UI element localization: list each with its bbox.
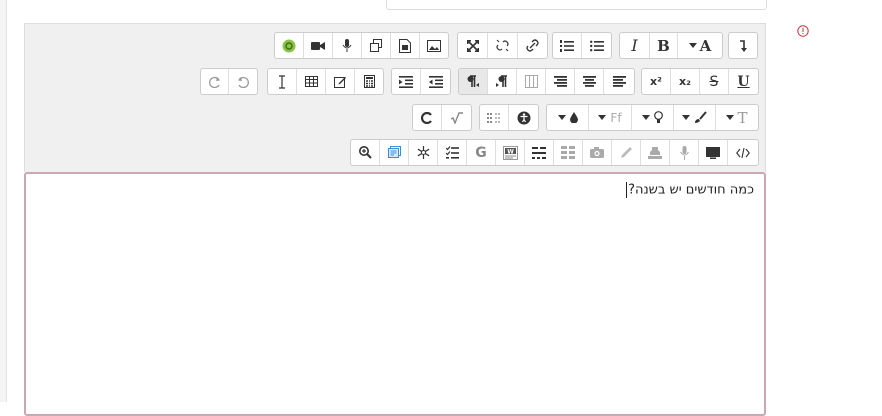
moodle-media-icon[interactable]	[275, 33, 304, 58]
redo-icon[interactable]	[201, 69, 229, 94]
underline-button[interactable]: U	[729, 69, 758, 94]
chevron-down-icon	[726, 114, 735, 120]
copy-icon[interactable]	[362, 33, 391, 58]
code-icon[interactable]	[728, 140, 758, 165]
align-left-icon[interactable]	[604, 69, 634, 94]
pencil-icon[interactable]	[612, 140, 641, 165]
rich-text-editor: I B A x² x₂ S U Ff T G W כמה חודשים יש ב…	[24, 23, 766, 416]
history-group	[200, 68, 258, 95]
font-size-label: A	[699, 36, 712, 55]
chevron-down-icon	[688, 42, 697, 48]
question-text: כמה חודשים יש בשנה?	[628, 182, 754, 198]
unlink-icon[interactable]	[488, 33, 518, 58]
accessibility-icon[interactable]	[509, 105, 538, 130]
subscript-button[interactable]: x₂	[671, 69, 700, 94]
text-style-button[interactable]: T	[716, 105, 758, 130]
comment-icon[interactable]	[380, 140, 409, 165]
zoom-icon[interactable]	[351, 140, 380, 165]
tools-group: G W	[350, 139, 759, 166]
cursor-icon[interactable]	[268, 69, 297, 94]
font-size-button[interactable]: A	[678, 33, 722, 58]
colors-group: Ff T	[546, 104, 759, 131]
required-warning-icon	[797, 25, 809, 37]
outdent-icon[interactable]	[421, 69, 450, 94]
color-icon[interactable]	[547, 105, 589, 130]
formatting-group: I B A	[619, 32, 723, 59]
paint-icon[interactable]	[674, 105, 716, 130]
direction-group	[458, 68, 635, 95]
highlight-icon[interactable]	[632, 105, 674, 130]
editor-content-area[interactable]: כמה חודשים יש בשנה?	[24, 172, 766, 416]
ordered-list-icon[interactable]	[553, 33, 582, 58]
google-button[interactable]: G	[467, 140, 496, 165]
collapse-group	[728, 32, 758, 59]
indent-icon[interactable]	[392, 69, 421, 94]
table-icon[interactable]	[297, 69, 326, 94]
collapse-icon[interactable]	[729, 33, 757, 58]
insert-group	[267, 68, 384, 95]
previous-field[interactable]	[386, 0, 767, 10]
text-style-label: T	[737, 108, 748, 127]
edit-icon[interactable]	[326, 69, 355, 94]
text-caret	[626, 182, 628, 198]
image-icon[interactable]	[420, 33, 448, 58]
strikethrough-button[interactable]: S	[700, 69, 729, 94]
align-center-icon[interactable]	[575, 69, 604, 94]
script-group: x² x₂ S U	[641, 68, 759, 95]
undo-icon[interactable]	[229, 69, 257, 94]
equation-icon[interactable]	[442, 105, 471, 130]
left-sidebar-edge	[0, 0, 7, 402]
bold-button[interactable]: B	[650, 33, 678, 58]
editor-toolbar: I B A x² x₂ S U Ff T G W	[24, 23, 766, 172]
chars-icon[interactable]	[480, 105, 509, 130]
calculator-icon[interactable]	[355, 69, 383, 94]
svg-text:W: W	[507, 148, 514, 155]
cards-icon[interactable]	[554, 140, 583, 165]
editor-text: כמה חודשים יש בשנה?	[626, 182, 754, 198]
mic-icon[interactable]	[670, 140, 699, 165]
columns-icon[interactable]	[517, 69, 546, 94]
unordered-list-icon[interactable]	[582, 33, 611, 58]
video-icon[interactable]	[304, 33, 333, 58]
font-family-button[interactable]: Ff	[589, 105, 632, 130]
file-icon[interactable]	[391, 33, 420, 58]
camera-icon[interactable]	[583, 140, 612, 165]
a11y-group	[479, 104, 539, 131]
word-icon[interactable]: W	[496, 140, 525, 165]
font-family-label: Ff	[610, 110, 622, 125]
chevron-down-icon	[557, 114, 566, 120]
rtl-icon[interactable]	[459, 69, 488, 94]
links-group	[457, 32, 548, 59]
checklist-icon[interactable]	[438, 140, 467, 165]
stamp-icon[interactable]	[641, 140, 670, 165]
snowflake-icon[interactable]	[409, 140, 438, 165]
clear-group	[412, 104, 472, 131]
record-audio-icon[interactable]	[333, 33, 362, 58]
screen-icon[interactable]	[699, 140, 728, 165]
media-group	[274, 32, 449, 59]
ltr-icon[interactable]	[488, 69, 517, 94]
chevron-down-icon	[598, 114, 607, 120]
lists-group	[552, 32, 612, 59]
italic-button[interactable]: I	[620, 33, 650, 58]
align-right-icon[interactable]	[546, 69, 575, 94]
chevron-down-icon	[682, 114, 690, 120]
link-icon[interactable]	[518, 33, 547, 58]
split-icon[interactable]	[525, 140, 554, 165]
superscript-button[interactable]: x²	[642, 69, 671, 94]
chevron-down-icon	[642, 114, 650, 120]
clear-format-icon[interactable]	[413, 105, 442, 130]
fullscreen-icon[interactable]	[458, 33, 488, 58]
indent-group	[391, 68, 451, 95]
